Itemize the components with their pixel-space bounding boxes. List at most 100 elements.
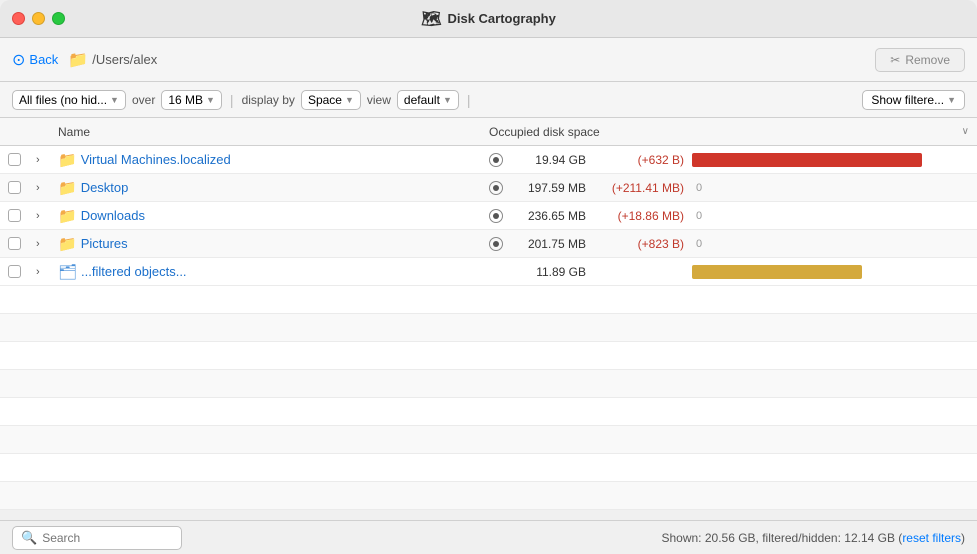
name-column-header: Name (58, 125, 489, 139)
view-select[interactable]: default ▼ (397, 90, 459, 110)
empty-row (0, 286, 977, 314)
radio-dot[interactable] (489, 181, 503, 195)
size-delta: (+632 B) (594, 153, 684, 167)
size-value: 16 MB (168, 93, 203, 107)
row-checkbox[interactable] (8, 265, 36, 278)
display-by-label: display by (242, 93, 295, 107)
empty-row (0, 482, 977, 510)
size-value: 19.94 GB (511, 153, 586, 167)
row-checkbox[interactable] (8, 237, 36, 250)
file-table: Name Occupied disk space ∨ › 📁 Virtual M… (0, 118, 977, 520)
table-body: › 📁 Virtual Machines.localized 19.94 GB … (0, 146, 977, 286)
row-checkbox[interactable] (8, 153, 36, 166)
expand-button[interactable]: › (36, 210, 58, 222)
checkbox[interactable] (8, 265, 21, 278)
size-select[interactable]: 16 MB ▼ (161, 90, 222, 110)
toolbar: ⊙ Back 📁 /Users/alex ✂ Remove (0, 38, 977, 82)
expand-icon: › (36, 154, 40, 166)
back-button[interactable]: ⊙ Back (12, 50, 58, 70)
row-checkbox[interactable] (8, 181, 36, 194)
all-files-label: All files (no hid... (19, 93, 107, 107)
table-header: Name Occupied disk space ∨ (0, 118, 977, 146)
size-value: 236.65 MB (511, 209, 586, 223)
show-filtered-button[interactable]: Show filtere... ▼ (862, 90, 965, 110)
reset-filters-link[interactable]: reset filters (902, 531, 961, 545)
expand-button[interactable]: › (36, 266, 58, 278)
remove-icon: ✂ (890, 53, 900, 67)
expand-icon: › (36, 266, 40, 278)
file-name: ...filtered objects... (81, 264, 187, 279)
remove-button[interactable]: ✂ Remove (875, 48, 965, 72)
size-delta: (+18.86 MB) (594, 209, 684, 223)
folder-icon: 📁 (58, 235, 77, 253)
folder-icon: 📁 (58, 179, 77, 197)
search-icon: 🔍 (21, 530, 37, 546)
show-filtered-label: Show filtere... (871, 93, 944, 107)
status-suffix: ) (961, 531, 965, 545)
empty-rows (0, 286, 977, 510)
over-label: over (132, 93, 155, 107)
row-name: 📁 Virtual Machines.localized (58, 151, 489, 169)
expand-button[interactable]: › (36, 182, 58, 194)
radio-dot[interactable] (489, 209, 503, 223)
checkbox[interactable] (8, 237, 21, 250)
zero-indicator: 0 (696, 210, 702, 222)
title-text: Disk Cartography (447, 11, 555, 26)
empty-row (0, 370, 977, 398)
size-value: 11.89 GB (511, 265, 586, 279)
bar-container: 0 (692, 237, 969, 251)
search-input[interactable] (42, 531, 173, 545)
display-by-select[interactable]: Space ▼ (301, 90, 361, 110)
folder-icon: 📁 (58, 151, 77, 169)
remove-label: Remove (905, 53, 950, 67)
radio-dot[interactable] (489, 237, 503, 251)
path-text: /Users/alex (92, 52, 157, 67)
sort-icon[interactable]: ∨ (962, 126, 969, 137)
row-space: 197.59 MB (+211.41 MB) 0 (489, 181, 969, 195)
empty-row (0, 426, 977, 454)
empty-row (0, 314, 977, 342)
status-text: Shown: 20.56 GB, filtered/hidden: 12.14 … (661, 531, 965, 545)
file-name: Downloads (81, 208, 145, 223)
expand-icon: › (36, 182, 40, 194)
expand-icon: › (36, 210, 40, 222)
checkbox[interactable] (8, 209, 21, 222)
titlebar: 🗺 Disk Cartography (0, 0, 977, 38)
table-row[interactable]: › 📁 Desktop 197.59 MB (+211.41 MB) 0 (0, 174, 977, 202)
zero-indicator: 0 (696, 182, 702, 194)
app-icon: 🗺 (421, 9, 441, 29)
view-value: default (404, 93, 440, 107)
path-display: 📁 /Users/alex (68, 50, 157, 70)
row-name: 🗂 ...filtered objects... (58, 263, 489, 281)
table-row[interactable]: › 📁 Virtual Machines.localized 19.94 GB … (0, 146, 977, 174)
row-space: 236.65 MB (+18.86 MB) 0 (489, 209, 969, 223)
maximize-button[interactable] (52, 12, 65, 25)
all-files-select[interactable]: All files (no hid... ▼ (12, 90, 126, 110)
expand-button[interactable]: › (36, 238, 58, 250)
minimize-button[interactable] (32, 12, 45, 25)
back-label: Back (29, 52, 58, 67)
table-row[interactable]: › 📁 Downloads 236.65 MB (+18.86 MB) 0 (0, 202, 977, 230)
row-checkbox[interactable] (8, 209, 36, 222)
space-column-header: Occupied disk space ∨ (489, 125, 969, 139)
occupied-label: Occupied disk space (489, 125, 600, 139)
statusbar: 🔍 Shown: 20.56 GB, filtered/hidden: 12.1… (0, 520, 977, 554)
size-delta: (+211.41 MB) (594, 181, 684, 195)
expand-button[interactable]: › (36, 154, 58, 166)
radio-dot[interactable] (489, 153, 503, 167)
checkbox[interactable] (8, 153, 21, 166)
size-value: 197.59 MB (511, 181, 586, 195)
traffic-lights (12, 12, 65, 25)
table-row[interactable]: › 📁 Pictures 201.75 MB (+823 B) 0 (0, 230, 977, 258)
search-box[interactable]: 🔍 (12, 526, 182, 550)
close-button[interactable] (12, 12, 25, 25)
expand-icon: › (36, 238, 40, 250)
row-space: 201.75 MB (+823 B) 0 (489, 237, 969, 251)
empty-row (0, 398, 977, 426)
row-name: 📁 Pictures (58, 235, 489, 253)
folder-icon: 📁 (58, 207, 77, 225)
checkbox[interactable] (8, 181, 21, 194)
table-row[interactable]: › 🗂 ...filtered objects... 11.89 GB (0, 258, 977, 286)
chevron-down-icon-3: ▼ (345, 95, 354, 105)
separator-1: | (230, 92, 234, 108)
